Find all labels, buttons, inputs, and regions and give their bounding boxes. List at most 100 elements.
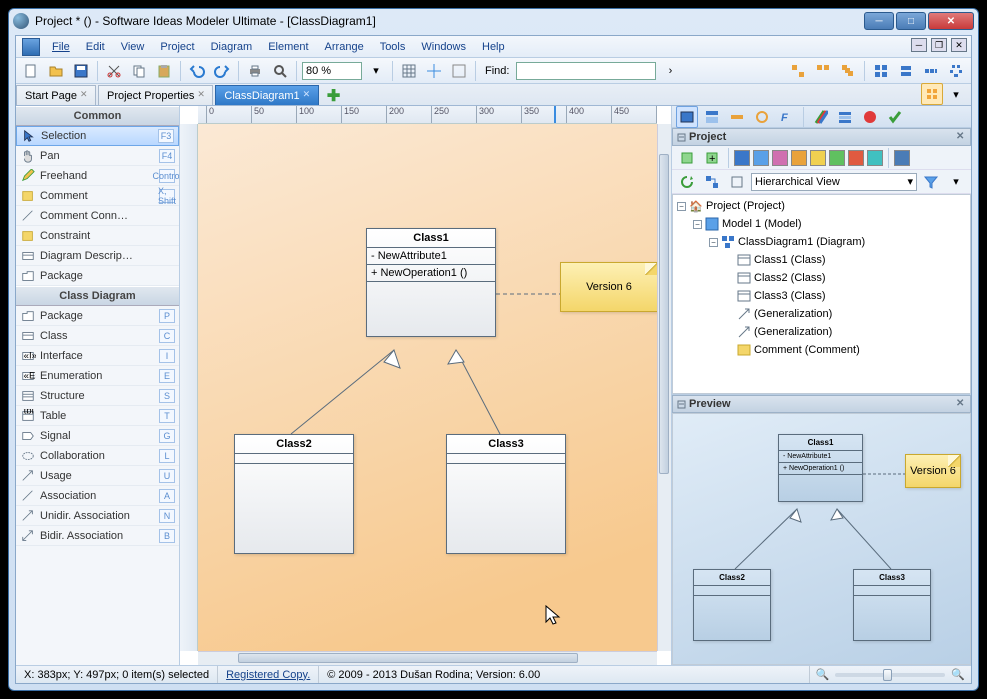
preview-area[interactable]: Class1 - NewAttribute1 + NewOperation1 (… bbox=[672, 413, 971, 665]
toolbox-item-comment-conn-[interactable]: Comment Conn… bbox=[16, 206, 179, 226]
panel-btn-7[interactable] bbox=[834, 106, 856, 128]
new-button[interactable] bbox=[20, 60, 42, 82]
pin-icon[interactable]: ✕ bbox=[956, 131, 968, 143]
toolbox-item-diagram-descrip-[interactable]: Diagram Descrip… bbox=[16, 246, 179, 266]
class1-box[interactable]: Class1 - NewAttribute1 + NewOperation1 (… bbox=[366, 228, 496, 337]
preview-button[interactable] bbox=[269, 60, 291, 82]
project-panel-title[interactable]: Project ✕ bbox=[672, 128, 971, 146]
color-extra[interactable] bbox=[894, 150, 910, 166]
color-green[interactable] bbox=[829, 150, 845, 166]
license-link[interactable]: Registered Copy. bbox=[226, 669, 310, 681]
print-button[interactable] bbox=[244, 60, 266, 82]
panel-btn-3[interactable] bbox=[726, 106, 748, 128]
guides-button[interactable] bbox=[448, 60, 470, 82]
scrollbar-horizontal[interactable] bbox=[198, 651, 657, 665]
toolbox-item-enumeration[interactable]: «E»EnumerationE bbox=[16, 366, 179, 386]
color-pink[interactable] bbox=[772, 150, 788, 166]
toolbox-item-class[interactable]: ClassC bbox=[16, 326, 179, 346]
arrange-1[interactable] bbox=[787, 60, 809, 82]
arrange-2[interactable] bbox=[812, 60, 834, 82]
menu-tools[interactable]: Tools bbox=[372, 39, 414, 55]
color-orange[interactable] bbox=[791, 150, 807, 166]
pin-icon[interactable]: ✕ bbox=[956, 398, 968, 410]
grid-button[interactable] bbox=[398, 60, 420, 82]
toolbox-group-common[interactable]: Common bbox=[16, 106, 179, 126]
toolbox-group-classdiagram[interactable]: Class Diagram bbox=[16, 286, 179, 306]
view-mode-combo[interactable]: Hierarchical View▾ bbox=[751, 173, 917, 191]
refresh-button[interactable] bbox=[676, 171, 698, 193]
close-icon[interactable]: ✕ bbox=[197, 89, 209, 101]
tree-label[interactable]: (Generalization) bbox=[754, 308, 832, 320]
color-red[interactable] bbox=[848, 150, 864, 166]
paste-button[interactable] bbox=[153, 60, 175, 82]
toolbox-item-package[interactable]: Package bbox=[16, 266, 179, 286]
proj-btn-3[interactable] bbox=[701, 171, 723, 193]
toolbox-item-signal[interactable]: SignalG bbox=[16, 426, 179, 446]
tab-project-properties[interactable]: Project Properties✕ bbox=[98, 85, 213, 105]
tree-expander[interactable]: − bbox=[693, 220, 702, 229]
filter-dropdown[interactable]: ▾ bbox=[945, 171, 967, 193]
zoom-in-icon[interactable]: 🔍 bbox=[951, 668, 965, 681]
class3-box[interactable]: Class3 bbox=[446, 434, 566, 554]
snap-button[interactable] bbox=[423, 60, 445, 82]
titlebar[interactable]: Project * () - Software Ideas Modeler Ul… bbox=[9, 9, 978, 33]
close-icon[interactable]: ✕ bbox=[303, 89, 315, 101]
toolbox-item-collaboration[interactable]: CollaborationL bbox=[16, 446, 179, 466]
menu-windows[interactable]: Windows bbox=[413, 39, 474, 55]
tree-label[interactable]: Class2 (Class) bbox=[754, 272, 826, 284]
effects-button[interactable] bbox=[921, 83, 943, 105]
mdi-minimize[interactable]: ─ bbox=[911, 38, 927, 52]
arrange-6[interactable] bbox=[920, 60, 942, 82]
toolbox-item-selection[interactable]: SelectionF3 bbox=[16, 126, 179, 146]
diagram-canvas[interactable]: Class1 - NewAttribute1 + NewOperation1 (… bbox=[198, 124, 657, 651]
tree-label[interactable]: Model 1 (Model) bbox=[722, 218, 801, 230]
toolbox-item-constraint[interactable]: Constraint bbox=[16, 226, 179, 246]
close-button[interactable]: ✕ bbox=[928, 12, 974, 30]
toolbox-item-bidir-association[interactable]: Bidir. AssociationB bbox=[16, 526, 179, 546]
tab-classdiagram1[interactable]: ClassDiagram1✕ bbox=[215, 85, 318, 105]
panel-btn-8[interactable] bbox=[859, 106, 881, 128]
scrollbar-vertical[interactable] bbox=[657, 124, 671, 651]
menu-arrange[interactable]: Arrange bbox=[317, 39, 372, 55]
save-button[interactable] bbox=[70, 60, 92, 82]
panel-btn-4[interactable] bbox=[751, 106, 773, 128]
toolbox-item-pan[interactable]: PanF4 bbox=[16, 146, 179, 166]
close-icon[interactable]: ✕ bbox=[80, 89, 92, 101]
copy-button[interactable] bbox=[128, 60, 150, 82]
panel-btn-project[interactable] bbox=[676, 106, 698, 128]
maximize-button[interactable]: □ bbox=[896, 12, 926, 30]
color-teal[interactable] bbox=[867, 150, 883, 166]
arrange-7[interactable] bbox=[945, 60, 967, 82]
tree-expander[interactable]: − bbox=[709, 238, 718, 247]
toolbox-item-freehand[interactable]: FreehandControl bbox=[16, 166, 179, 186]
menu-help[interactable]: Help bbox=[474, 39, 513, 55]
panel-btn-6[interactable] bbox=[809, 106, 831, 128]
cut-button[interactable] bbox=[103, 60, 125, 82]
filter-button[interactable] bbox=[920, 171, 942, 193]
arrange-3[interactable] bbox=[837, 60, 859, 82]
proj-btn-1[interactable] bbox=[676, 147, 698, 169]
preview-panel-title[interactable]: Preview ✕ bbox=[672, 395, 971, 413]
menu-diagram[interactable]: Diagram bbox=[203, 39, 261, 55]
toolbox-item-table[interactable]: tblTableT bbox=[16, 406, 179, 426]
toolbox-item-usage[interactable]: UsageU bbox=[16, 466, 179, 486]
find-input[interactable] bbox=[516, 62, 656, 80]
redo-button[interactable] bbox=[211, 60, 233, 82]
slider-knob[interactable] bbox=[883, 669, 892, 681]
color-lightblue[interactable] bbox=[753, 150, 769, 166]
app-menu-icon[interactable] bbox=[22, 38, 40, 56]
arrange-4[interactable] bbox=[870, 60, 892, 82]
panel-btn-5[interactable]: F bbox=[776, 106, 798, 128]
tree-expander[interactable]: − bbox=[677, 202, 686, 211]
scrollbar-thumb[interactable] bbox=[659, 154, 669, 474]
tree-label[interactable]: ClassDiagram1 (Diagram) bbox=[738, 236, 865, 248]
zoom-slider[interactable] bbox=[835, 673, 945, 677]
project-tree[interactable]: −🏠Project (Project) −Model 1 (Model) −Cl… bbox=[672, 194, 971, 394]
effects-dropdown[interactable]: ▾ bbox=[945, 83, 967, 105]
zoom-dropdown[interactable]: ▾ bbox=[365, 60, 387, 82]
find-go-button[interactable]: › bbox=[659, 60, 681, 82]
new-tab-button[interactable]: ✚ bbox=[325, 87, 343, 105]
open-button[interactable] bbox=[45, 60, 67, 82]
toolbox-item-interface[interactable]: «I»InterfaceI bbox=[16, 346, 179, 366]
menu-file[interactable]: File bbox=[44, 39, 78, 55]
